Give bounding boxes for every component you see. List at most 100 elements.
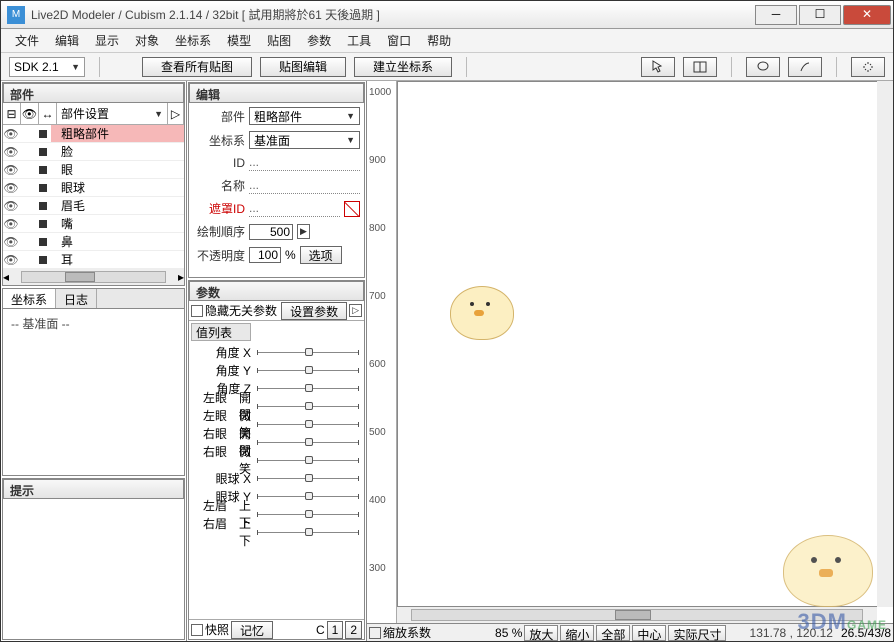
maximize-button[interactable]: ☐: [799, 5, 841, 25]
view-all-textures-button[interactable]: 查看所有贴图: [142, 57, 252, 77]
menu-params[interactable]: 参数: [299, 30, 339, 51]
part-row[interactable]: 👁 眉毛: [3, 197, 184, 215]
preset-1-button[interactable]: 1: [327, 621, 344, 639]
param-list[interactable]: 角度 X 角度 Y 角度 Z 左眼 開閉 左眼 微笑 右眼 開閉: [189, 343, 364, 619]
param-slider[interactable]: [257, 383, 358, 393]
visibility-icon[interactable]: 👁: [3, 235, 19, 249]
edit-part-combo[interactable]: 粗略部件▼: [249, 107, 360, 125]
tab-log[interactable]: 日志: [56, 289, 97, 308]
eye-icon[interactable]: 👁: [21, 103, 39, 124]
zoom-out-button[interactable]: 缩小: [560, 625, 594, 641]
param-row[interactable]: 角度 X: [189, 343, 364, 361]
edit-mask-field[interactable]: ...: [249, 201, 340, 217]
grid-tool-icon[interactable]: [683, 57, 717, 77]
param-slider[interactable]: [257, 473, 358, 483]
snapshot-checkbox[interactable]: [191, 624, 203, 636]
param-slider[interactable]: [257, 365, 358, 375]
coord-tree[interactable]: -- 基准面 --: [3, 309, 184, 475]
chevron-down-icon: ▼: [154, 109, 163, 119]
menu-tool[interactable]: 工具: [339, 30, 379, 51]
param-row[interactable]: 角度 Y: [189, 361, 364, 379]
collapse-icon[interactable]: ⊟: [3, 103, 21, 124]
coord-root[interactable]: -- 基准面 --: [7, 313, 180, 334]
play-icon[interactable]: ▶: [297, 224, 310, 239]
part-row[interactable]: 👁 粗略部件: [3, 125, 184, 143]
part-row[interactable]: 👁 眼球: [3, 179, 184, 197]
arrow-tool-icon[interactable]: [641, 57, 675, 77]
part-row[interactable]: 👁 脸: [3, 143, 184, 161]
parts-settings-button[interactable]: 部件设置 ▼: [57, 103, 168, 124]
status-checkbox[interactable]: [369, 627, 381, 639]
expand-h-icon[interactable]: ↔: [39, 103, 57, 124]
param-slider[interactable]: [257, 437, 358, 447]
visibility-icon[interactable]: 👁: [3, 127, 19, 141]
param-settings-button[interactable]: 设置参数: [281, 302, 347, 320]
create-coord-button[interactable]: 建立坐标系: [354, 57, 452, 77]
menu-coord[interactable]: 坐标系: [167, 30, 219, 51]
edit-name-field[interactable]: ...: [249, 178, 360, 194]
menu-model[interactable]: 模型: [219, 30, 259, 51]
lasso-tool-icon[interactable]: [746, 57, 780, 77]
scroll-thumb[interactable]: [65, 272, 95, 282]
texture-edit-button[interactable]: 贴图编辑: [260, 57, 346, 77]
part-row[interactable]: 👁 耳: [3, 251, 184, 269]
zoom-in-button[interactable]: 放大: [524, 625, 558, 641]
scroll-thumb[interactable]: [615, 610, 651, 620]
sdk-version-combo[interactable]: SDK 2.1 ▼: [9, 57, 85, 77]
visibility-icon[interactable]: 👁: [3, 199, 19, 213]
param-row[interactable]: 眼球 X: [189, 469, 364, 487]
param-slider[interactable]: [257, 401, 358, 411]
param-slider[interactable]: [257, 347, 358, 357]
mask-disabled-icon[interactable]: [344, 201, 360, 217]
scroll-right-icon[interactable]: ▸: [178, 270, 184, 284]
part-color-icon: [35, 217, 51, 231]
minimize-button[interactable]: ─: [755, 5, 797, 25]
param-slider[interactable]: [257, 491, 358, 501]
preset-2-button[interactable]: 2: [345, 621, 362, 639]
close-button[interactable]: ✕: [843, 5, 891, 25]
value-list-tab[interactable]: 值列表: [191, 323, 251, 341]
fit-all-button[interactable]: 全部: [596, 625, 630, 641]
param-slider[interactable]: [257, 527, 358, 537]
scroll-left-icon[interactable]: ◂: [3, 270, 9, 284]
visibility-icon[interactable]: 👁: [3, 163, 19, 177]
param-row[interactable]: 右眉 上下: [189, 523, 364, 541]
edit-coord-combo[interactable]: 基准面▼: [249, 131, 360, 149]
draw-order-field[interactable]: 500: [249, 224, 293, 240]
menu-window[interactable]: 窗口: [379, 30, 419, 51]
param-slider[interactable]: [257, 455, 358, 465]
percent-label: %: [285, 248, 296, 262]
visibility-icon[interactable]: 👁: [3, 253, 19, 267]
menu-texture[interactable]: 贴图: [259, 30, 299, 51]
menu-file[interactable]: 文件: [7, 30, 47, 51]
menu-edit[interactable]: 编辑: [47, 30, 87, 51]
part-row[interactable]: 👁 鼻: [3, 233, 184, 251]
tab-coord[interactable]: 坐标系: [3, 289, 56, 308]
visibility-icon[interactable]: 👁: [3, 217, 19, 231]
visibility-icon[interactable]: 👁: [3, 181, 19, 195]
param-slider[interactable]: [257, 419, 358, 429]
actual-size-button[interactable]: 实际尺寸: [668, 625, 726, 641]
part-row[interactable]: 👁 眼: [3, 161, 184, 179]
parts-scrollbar[interactable]: ◂ ▸: [3, 269, 184, 285]
edit-id-field[interactable]: ...: [249, 155, 360, 171]
hide-unrelated-checkbox[interactable]: [191, 305, 203, 317]
menu-object[interactable]: 对象: [127, 30, 167, 51]
settings-tool-icon[interactable]: [851, 57, 885, 77]
param-row[interactable]: 右眼 微笑: [189, 451, 364, 469]
options-button[interactable]: 选项: [300, 246, 342, 264]
center-button[interactable]: 中心: [632, 625, 666, 641]
menu-help[interactable]: 帮助: [419, 30, 459, 51]
parts-list[interactable]: 👁 粗略部件👁 脸👁 眼👁: [3, 125, 184, 269]
part-row[interactable]: 👁 嘴: [3, 215, 184, 233]
memory-button[interactable]: 记忆: [231, 621, 273, 639]
part-name: 嘴: [51, 215, 184, 232]
parts-arrow-right-icon[interactable]: ▷: [168, 103, 184, 124]
visibility-icon[interactable]: 👁: [3, 145, 19, 159]
ruler-tick: 1000: [369, 87, 391, 98]
param-slider[interactable]: [257, 509, 358, 519]
params-arrow-right-icon[interactable]: ▷: [349, 304, 362, 317]
brush-tool-icon[interactable]: [788, 57, 822, 77]
menu-view[interactable]: 显示: [87, 30, 127, 51]
opacity-field[interactable]: 100: [249, 247, 281, 263]
